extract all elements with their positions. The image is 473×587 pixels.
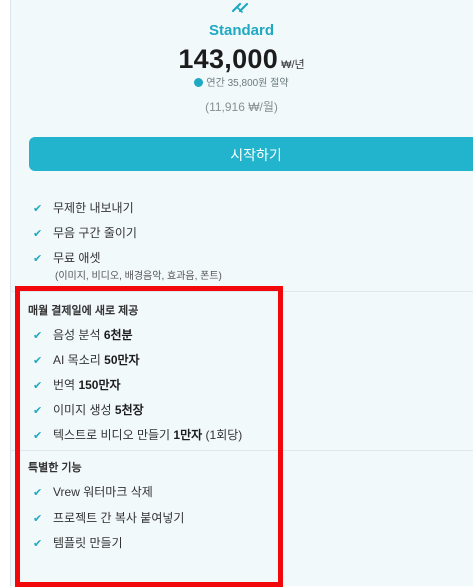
item-label: 이미지 생성 [53, 403, 112, 417]
monthly-item: ✔ 텍스트로 비디오 만들기 1만자 (1회당) [33, 426, 242, 443]
item-suffix: (1회당) [205, 428, 243, 442]
special-item: ✔ 프로젝트 간 복사 붙여넣기 [33, 509, 184, 526]
item-label: AI 목소리 [53, 353, 101, 367]
feature-item: ✔ 무제한 내보내기 [33, 199, 134, 216]
check-icon: ✔ [33, 330, 43, 342]
check-icon: ✔ [33, 253, 43, 265]
monthly-item: ✔ AI 목소리 50만자 [33, 351, 140, 368]
check-icon: ✔ [33, 487, 43, 499]
check-icon: ✔ [33, 405, 43, 417]
item-value: 6천분 [103, 328, 133, 342]
saving-text: 연간 35,800원 절약 [206, 78, 289, 89]
check-icon: ✔ [33, 380, 43, 392]
feature-label: 무료 애셋 [53, 251, 101, 265]
item-label: 프로젝트 간 복사 붙여넣기 [53, 511, 185, 525]
plan-price: 143,000 [178, 44, 279, 74]
item-label: Vrew 워터마크 삭제 [53, 485, 153, 499]
monthly-item: ✔ 번역 150만자 [33, 376, 121, 393]
price-unit: ₩/년 [281, 59, 305, 71]
yearly-saving: 연간 35,800원 절약 [0, 74, 473, 89]
check-icon: ✔ [33, 203, 43, 215]
item-label: 음성 분석 [53, 328, 101, 342]
check-icon: ✔ [33, 228, 43, 240]
plan-sparkle-icon [231, 2, 249, 13]
check-icon: ✔ [33, 355, 43, 367]
start-button[interactable]: 시작하기 [29, 137, 473, 171]
monthly-item: ✔ 음성 분석 6천분 [33, 326, 133, 343]
item-value: 150만자 [78, 378, 121, 392]
special-section-title: 특별한 기능 [28, 462, 82, 474]
coin-icon [194, 78, 204, 87]
feature-item: ✔ 무음 구간 줄이기 [33, 224, 137, 241]
asset-note: (이미지, 비디오, 배경음악, 효과음, 폰트) [55, 271, 222, 282]
item-label: 번역 [53, 378, 76, 392]
feature-item: ✔ 무료 애셋 [33, 249, 101, 266]
item-value: 5천장 [114, 403, 144, 417]
item-label: 텍스트로 비디오 만들기 [53, 428, 171, 442]
item-value: 1만자 [173, 428, 203, 442]
item-label: 템플릿 만들기 [53, 536, 123, 550]
plan-name: Standard [208, 22, 274, 39]
price-row: 143,000 ₩/년 [0, 44, 473, 75]
special-item: ✔ 템플릿 만들기 [33, 534, 123, 551]
item-value: 50만자 [104, 353, 140, 367]
monthly-price: (11,916 ₩/월) [205, 100, 278, 114]
check-icon: ✔ [33, 538, 43, 550]
monthly-item: ✔ 이미지 생성 5천장 [33, 401, 144, 418]
feature-label: 무음 구간 줄이기 [53, 226, 137, 240]
monthly-section-title: 매월 결제일에 새로 제공 [28, 305, 139, 317]
special-item: ✔ Vrew 워터마크 삭제 [33, 483, 153, 500]
check-icon: ✔ [33, 430, 43, 442]
divider [10, 291, 473, 292]
check-icon: ✔ [33, 513, 43, 525]
feature-label: 무제한 내보내기 [53, 201, 134, 215]
divider [10, 450, 473, 451]
